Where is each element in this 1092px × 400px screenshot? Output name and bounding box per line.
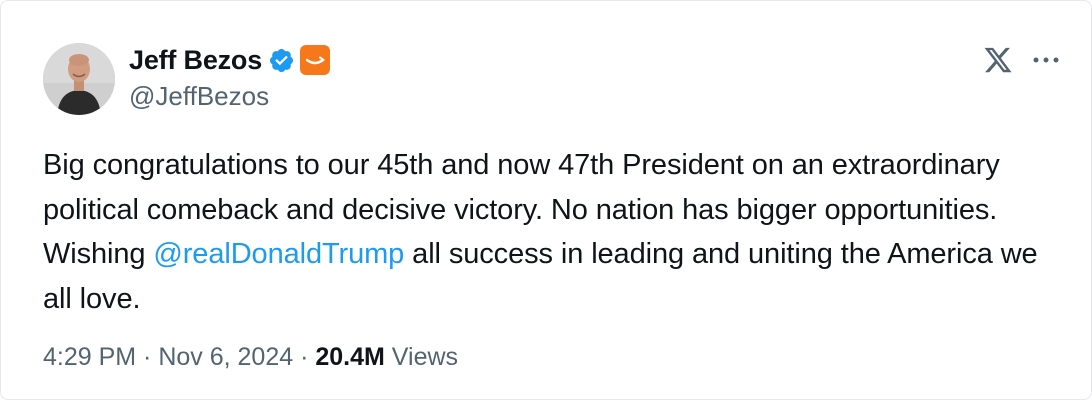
name-row: Jeff Bezos	[129, 43, 331, 77]
meta-separator: ·	[293, 343, 316, 371]
meta-separator: ·	[136, 343, 159, 371]
tweet-time[interactable]: 4:29 PM	[43, 343, 136, 371]
amazon-smile-badge-icon[interactable]	[300, 45, 331, 75]
tweet-text: Big congratulations to our 45th and now …	[43, 143, 1053, 321]
views-label: Views	[384, 343, 459, 371]
tweet-date[interactable]: Nov 6, 2024	[158, 343, 293, 371]
avatar-image	[43, 43, 115, 115]
tweet-meta: 4:29 PM · Nov 6, 2024 · 20.4M Views	[43, 343, 458, 372]
author-info: Jeff Bezos @JeffBezos	[129, 43, 331, 112]
tweet-card: Jeff Bezos @JeffBezos Big congratulation…	[0, 0, 1092, 400]
display-name[interactable]: Jeff Bezos	[129, 45, 262, 76]
views-count: 20.4M	[315, 343, 385, 371]
more-options-icon[interactable]	[1031, 45, 1061, 75]
x-logo-icon[interactable]	[983, 45, 1013, 75]
verified-check-icon[interactable]	[268, 47, 295, 74]
avatar[interactable]	[43, 43, 115, 115]
mention-link[interactable]: @realDonaldTrump	[153, 238, 404, 270]
handle[interactable]: @JeffBezos	[129, 81, 330, 112]
